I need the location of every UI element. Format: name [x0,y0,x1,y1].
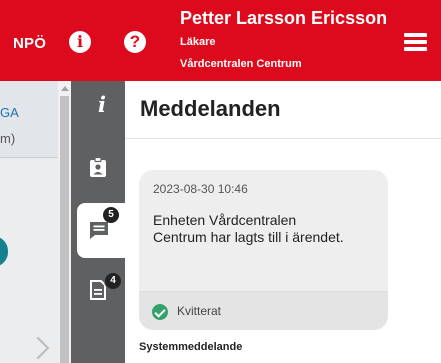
message-text: Enheten Vårdcentralen Centrum har lagts … [153,212,344,245]
app-header: NPÖ i ? Petter Larsson Ericsson Läkare V… [0,0,441,81]
app-logo[interactable]: NPÖ [13,35,46,52]
documents-count-badge: 4 [104,272,122,290]
messages-icon[interactable] [88,219,110,241]
user-role: Läkare [180,36,216,48]
help-icon[interactable]: ? [124,31,146,53]
message-footer: Kvitterat [139,291,388,330]
messages-count-badge: 5 [103,207,119,223]
message-sender: Systemmeddelande [139,341,243,353]
message-card: 2023-08-30 10:46 Enheten Vårdcentralen C… [139,170,388,330]
patient-badge-icon[interactable] [89,156,107,178]
menu-icon[interactable] [404,33,427,51]
scrollbar-thumb[interactable] [60,96,69,363]
acknowledged-status: Kvitterat [177,304,222,318]
background-text: m) [0,131,16,146]
user-unit: Vårdcentralen Centrum [180,58,302,70]
scroll-up-arrow[interactable] [61,86,69,91]
check-circle-icon [152,304,168,320]
message-timestamp: 2023-08-30 10:46 [153,182,248,196]
info-icon[interactable]: i [69,31,91,53]
user-name: Petter Larsson Ericsson [180,8,388,28]
scrollbar[interactable] [58,81,71,363]
tab-info-icon[interactable]: i [98,92,106,117]
background-link-text[interactable]: GA [0,105,19,120]
panel-title: Meddelanden [140,96,281,121]
divider [125,138,441,139]
